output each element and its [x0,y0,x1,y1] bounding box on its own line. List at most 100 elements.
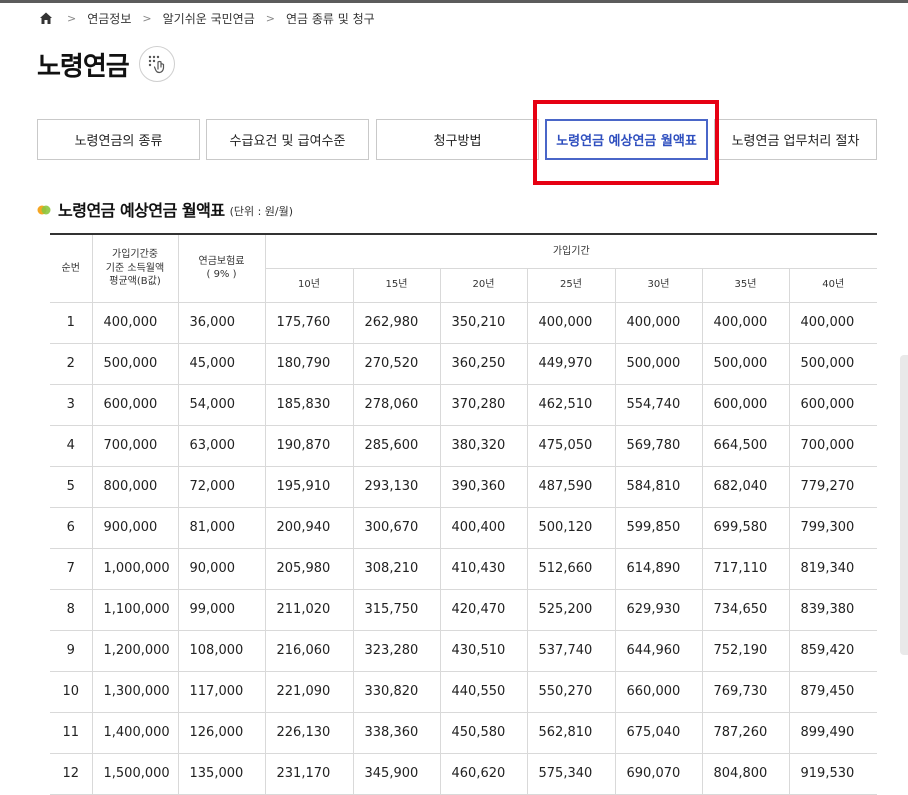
header-average-income-line: 가입기간중 [112,249,158,260]
row-number: 2 [50,343,93,385]
home-icon[interactable] [38,10,54,26]
table-cell: 512,660 [527,548,616,590]
table-cell: 63,000 [178,425,266,467]
table-cell: 370,280 [440,384,528,426]
breadcrumb-item-pension-info[interactable]: 연금정보 [87,10,131,27]
table-cell: 293,130 [353,466,441,508]
table-cell: 400,400 [440,507,528,549]
header-year: 40년 [789,268,878,303]
table-cell: 400,000 [527,302,616,344]
header-average-income-line: 평균액(B값) [109,276,161,287]
tab-bar: 노령연금의 종류 수급요건 및 급여수준 청구방법 노령연금 예상연금 월액표 … [37,119,877,162]
table-cell: 350,210 [440,302,528,344]
table-cell: 800,000 [92,466,179,508]
table-cell: 839,380 [789,589,878,631]
table-cell: 420,470 [440,589,528,631]
header-premium-line: ( 9% ) [206,269,237,281]
page-title: 노령연금 [37,51,130,82]
breadcrumb: > 연금정보 > 알기쉬운 국민연금 > 연금 종류 및 청구 [38,9,375,27]
table-cell: 919,530 [789,753,878,795]
table-cell: 599,850 [615,507,703,549]
table-cell: 525,200 [527,589,616,631]
breadcrumb-item-pension-types[interactable]: 연금 종류 및 청구 [286,10,375,27]
table-row: 12 1,500,000 135,000 231,170 345,900 460,620 5… [50,753,878,795]
header-year: 30년 [615,268,703,303]
unit-label: (단위 : 원/월) [229,204,294,218]
table-cell: 584,810 [615,466,703,508]
table-cell: 360,250 [440,343,528,385]
table-row: 8 1,100,000 99,000 211,020 315,750 420,470 525… [50,589,878,631]
header-year: 10년 [265,268,354,303]
table-cell: 700,000 [789,425,878,467]
table-cell: 675,040 [615,712,703,754]
table-row: 6 900,000 81,000 200,940 300,670 400,400 500,1… [50,507,878,549]
table-row: 1 400,000 36,000 175,760 262,980 350,210 400,0… [50,302,878,344]
header-year: 35년 [702,268,790,303]
table-cell: 500,000 [92,343,179,385]
section-title: 노령연금 예상연금 월액표 [58,201,225,220]
tab-processing-procedure[interactable]: 노령연금 업무처리 절차 [714,119,877,160]
table-cell: 400,000 [92,302,179,344]
header-premium-line: 연금보험료 [198,255,245,267]
header-year: 25년 [527,268,616,303]
table-cell: 1,000,000 [92,548,179,590]
table-cell: 1,400,000 [92,712,179,754]
table-cell: 550,270 [527,671,616,713]
table-cell: 575,340 [527,753,616,795]
row-number: 10 [50,671,93,713]
row-number: 7 [50,548,93,590]
table-row: 3 600,000 54,000 185,830 278,060 370,280 462,5… [50,384,878,426]
braille-hand-icon[interactable] [138,46,175,82]
table-cell: 859,420 [789,630,878,672]
table-cell: 799,300 [789,507,878,549]
table-cell: 205,980 [265,548,354,590]
header-premium: 연금보험료 ( 9% ) [178,233,266,303]
chevron-right-icon: > [265,11,275,25]
table-cell: 285,600 [353,425,441,467]
table-cell: 330,820 [353,671,441,713]
table-cell: 462,510 [527,384,616,426]
table-cell: 600,000 [789,384,878,426]
table-cell: 562,810 [527,712,616,754]
table-cell: 600,000 [702,384,790,426]
table-cell: 804,800 [702,753,790,795]
pension-table: 순번 가입기간중 기준 소득월액 평균액(B값) 연금보험료 ( 9% ) 가입… [50,233,878,795]
row-number: 6 [50,507,93,549]
table-cell: 390,360 [440,466,528,508]
row-number: 11 [50,712,93,754]
table-cell: 500,120 [527,507,616,549]
table-row: 2 500,000 45,000 180,790 270,520 360,250 449,9… [50,343,878,385]
header-average-income: 가입기간중 기준 소득월액 평균액(B값) [92,233,179,303]
header-no: 순번 [50,233,93,303]
table-cell: 787,260 [702,712,790,754]
row-number: 8 [50,589,93,631]
table-cell: 644,960 [615,630,703,672]
table-cell: 81,000 [178,507,266,549]
table-cell: 569,780 [615,425,703,467]
table-cell: 410,430 [440,548,528,590]
title-row: 노령연금 [37,44,175,84]
table-cell: 400,000 [615,302,703,344]
table-cell: 99,000 [178,589,266,631]
table-cell: 211,020 [265,589,354,631]
row-number: 5 [50,466,93,508]
tab-claim-method[interactable]: 청구방법 [376,119,539,160]
table-cell: 338,360 [353,712,441,754]
table-cell: 734,650 [702,589,790,631]
scrollbar[interactable] [900,355,908,655]
table-cell: 315,750 [353,589,441,631]
table-cell: 1,200,000 [92,630,179,672]
row-number: 1 [50,302,93,344]
table-cell: 200,940 [265,507,354,549]
tab-eligibility-and-benefit[interactable]: 수급요건 및 급여수준 [206,119,369,160]
table-cell: 899,490 [789,712,878,754]
table-cell: 699,580 [702,507,790,549]
tab-old-age-pension-types[interactable]: 노령연금의 종류 [37,119,200,160]
table-cell: 487,590 [527,466,616,508]
table-row: 5 800,000 72,000 195,910 293,130 390,360 487,5… [50,466,878,508]
table-cell: 175,760 [265,302,354,344]
table-cell: 537,740 [527,630,616,672]
breadcrumb-item-easy-pension[interactable]: 알기쉬운 국민연금 [163,10,255,27]
header-period: 가입기간 [265,233,878,269]
chevron-right-icon: > [142,11,152,25]
